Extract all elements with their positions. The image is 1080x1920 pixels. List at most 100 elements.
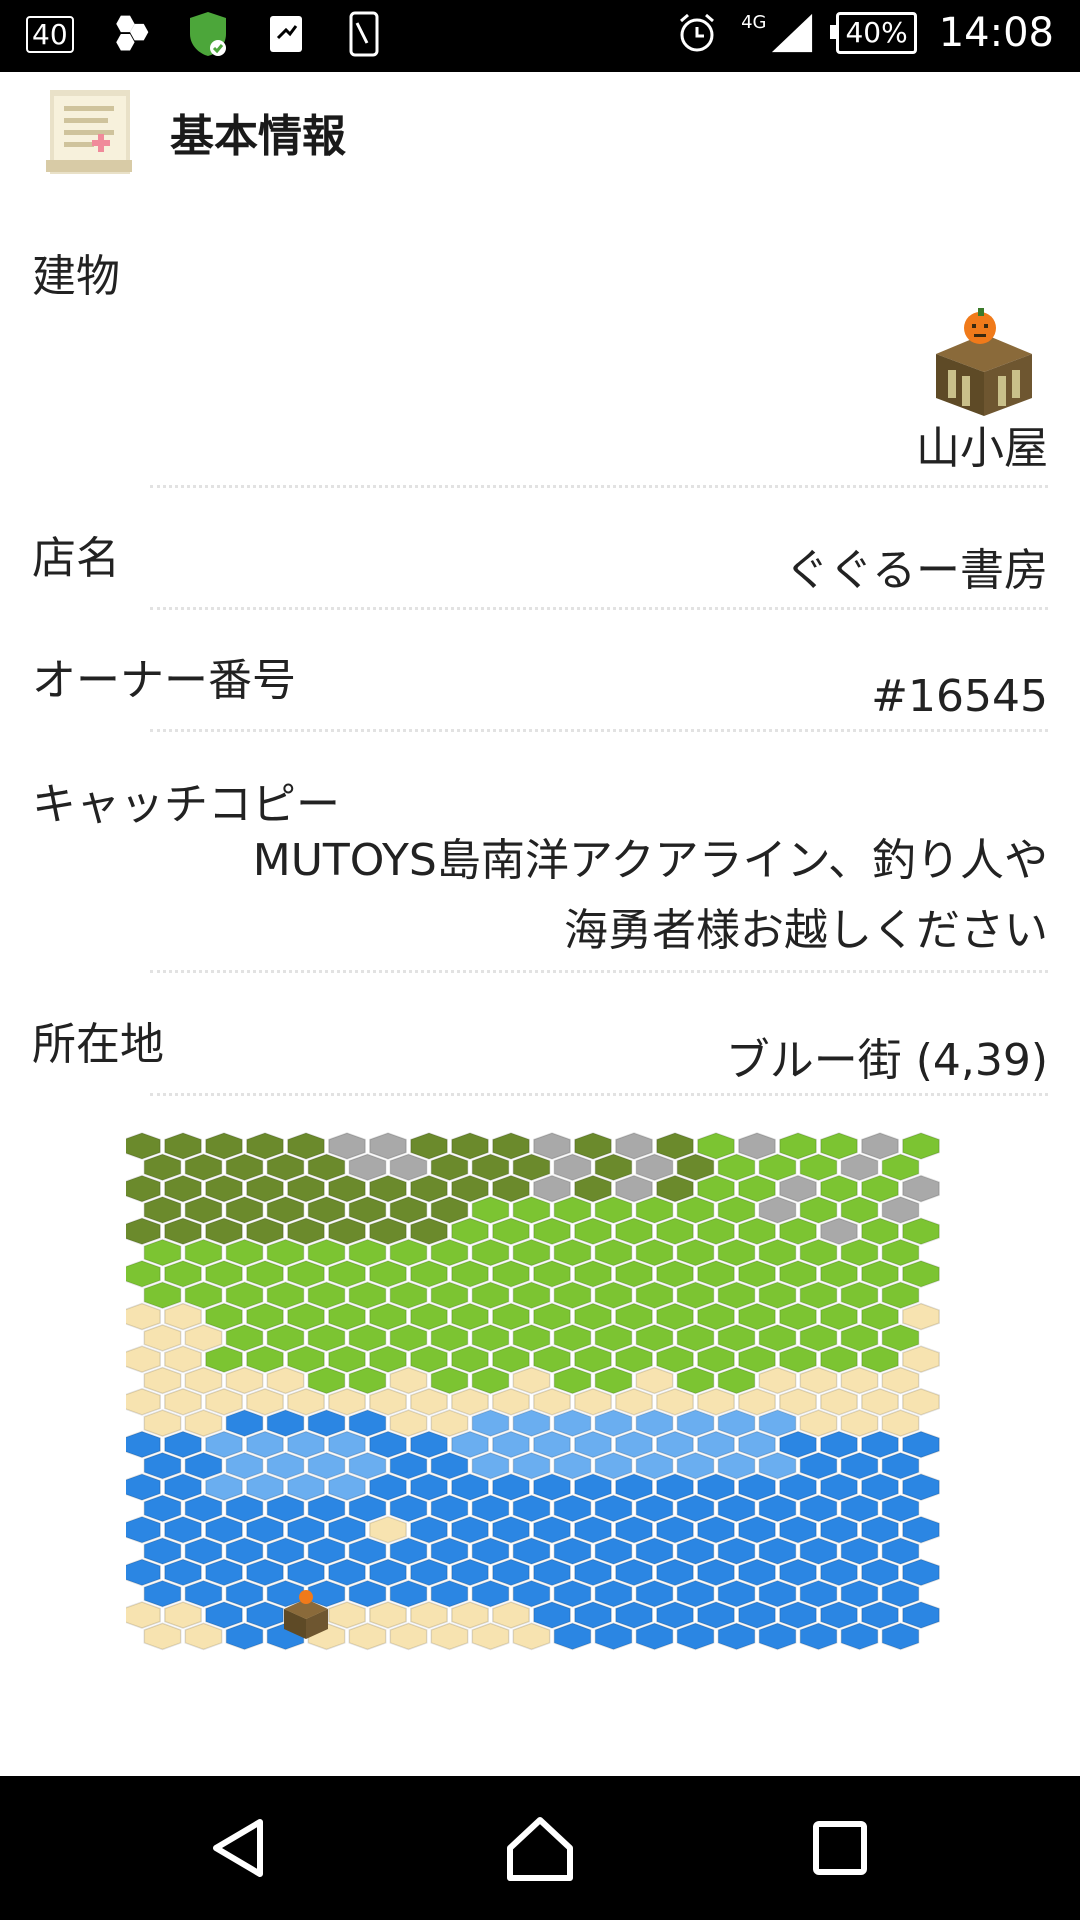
hex-tile-water[interactable] [902, 1601, 940, 1629]
hex-tile-water[interactable] [430, 1494, 469, 1523]
hex-tile-sand[interactable] [574, 1388, 612, 1416]
hex-tile-forest[interactable] [205, 1132, 243, 1160]
hex-tile-grass[interactable] [717, 1366, 756, 1395]
hex-tile-forest[interactable] [492, 1132, 530, 1160]
hex-tile-shallow[interactable] [533, 1430, 571, 1459]
hex-tile-water[interactable] [492, 1515, 530, 1544]
hex-tile-grass[interactable] [697, 1132, 735, 1160]
hex-tile-forest[interactable] [492, 1174, 530, 1203]
hex-tile-sand[interactable] [430, 1409, 469, 1437]
hex-tile-forest[interactable] [328, 1174, 366, 1203]
hex-tile-water[interactable] [635, 1537, 674, 1565]
hex-tile-water[interactable] [205, 1558, 243, 1587]
hex-tile-water[interactable] [389, 1452, 428, 1480]
hex-tile-shallow[interactable] [451, 1430, 489, 1459]
back-icon[interactable] [204, 1812, 276, 1884]
hex-tile-water[interactable] [164, 1558, 202, 1587]
hex-tile-grass[interactable] [697, 1345, 735, 1373]
hex-tile-water[interactable] [676, 1579, 715, 1608]
hex-tile-grass[interactable] [635, 1238, 674, 1267]
hex-tile-grass[interactable] [881, 1238, 920, 1267]
hex-tile-shallow[interactable] [205, 1473, 243, 1501]
hex-tile-sand[interactable] [143, 1622, 182, 1651]
hex-tile-grass[interactable] [594, 1324, 633, 1352]
hex-tile-sand[interactable] [287, 1388, 325, 1416]
hex-tile-grass[interactable] [512, 1324, 551, 1352]
hex-tile-sand[interactable] [184, 1324, 223, 1352]
hex-tile-sand[interactable] [164, 1345, 202, 1373]
hex-tile-water[interactable] [123, 1558, 161, 1587]
hex-tile-rock[interactable] [840, 1153, 879, 1182]
hex-tile-shallow[interactable] [328, 1473, 366, 1501]
hex-tile-grass[interactable] [553, 1238, 592, 1267]
hex-tile-sand[interactable] [369, 1388, 407, 1416]
hex-tile-forest[interactable] [369, 1217, 407, 1246]
hex-tile-grass[interactable] [348, 1324, 387, 1352]
hex-tile-sand[interactable] [184, 1366, 223, 1395]
hex-tile-grass[interactable] [328, 1345, 366, 1373]
hex-tile-grass[interactable] [676, 1366, 715, 1395]
hex-tile-rock[interactable] [533, 1132, 571, 1160]
hex-tile-water[interactable] [902, 1430, 940, 1459]
hex-tile-water[interactable] [369, 1558, 407, 1587]
hex-tile-shallow[interactable] [246, 1430, 284, 1459]
hex-tile-grass[interactable] [512, 1281, 551, 1310]
hex-tile-water[interactable] [697, 1558, 735, 1587]
hex-tile-forest[interactable] [287, 1132, 325, 1160]
hex-tile-rock[interactable] [615, 1132, 653, 1160]
hex-tile-shallow[interactable] [553, 1409, 592, 1437]
hex-tile-forest[interactable] [287, 1217, 325, 1246]
hex-tile-water[interactable] [451, 1473, 489, 1501]
hex-tile-forest[interactable] [410, 1217, 448, 1246]
hex-tile-water[interactable] [389, 1537, 428, 1565]
hex-tile-grass[interactable] [307, 1238, 346, 1267]
hex-tile-forest[interactable] [123, 1217, 161, 1246]
hex-tile-forest[interactable] [676, 1153, 715, 1182]
hex-tile-water[interactable] [840, 1494, 879, 1523]
hex-tile-water[interactable] [266, 1494, 305, 1523]
hex-tile-water[interactable] [266, 1409, 305, 1437]
hex-tile-sand[interactable] [902, 1345, 940, 1373]
hex-tile-water[interactable] [615, 1473, 653, 1501]
hex-tile-grass[interactable] [410, 1302, 448, 1331]
hex-tile-sand[interactable] [184, 1622, 223, 1651]
hex-tile-grass[interactable] [287, 1260, 325, 1288]
hex-tile-grass[interactable] [471, 1281, 510, 1310]
hex-tile-grass[interactable] [492, 1217, 530, 1246]
hex-tile-grass[interactable] [738, 1217, 776, 1246]
hex-tile-water[interactable] [738, 1601, 776, 1629]
hex-tile-grass[interactable] [594, 1238, 633, 1267]
hex-tile-water[interactable] [615, 1558, 653, 1587]
hex-tile-water[interactable] [861, 1558, 899, 1587]
hex-tile-forest[interactable] [410, 1132, 448, 1160]
hex-tile-grass[interactable] [574, 1345, 612, 1373]
hex-tile-grass[interactable] [738, 1345, 776, 1373]
hex-tile-water[interactable] [840, 1452, 879, 1480]
hex-tile-water[interactable] [615, 1515, 653, 1544]
hex-tile-sand[interactable] [635, 1366, 674, 1395]
hex-tile-grass[interactable] [348, 1281, 387, 1310]
hex-tile-water[interactable] [656, 1601, 694, 1629]
hex-tile-shallow[interactable] [225, 1452, 264, 1480]
hex-tile-sand[interactable] [881, 1409, 920, 1437]
hex-tile-sand[interactable] [799, 1366, 838, 1395]
hex-tile-water[interactable] [451, 1558, 489, 1587]
hex-tile-sand[interactable] [512, 1622, 551, 1651]
hex-tile-sand[interactable] [840, 1366, 879, 1395]
hex-tile-rock[interactable] [820, 1217, 858, 1246]
hex-tile-shallow[interactable] [328, 1430, 366, 1459]
hex-tile-water[interactable] [512, 1494, 551, 1523]
hex-tile-grass[interactable] [471, 1324, 510, 1352]
hex-tile-grass[interactable] [717, 1153, 756, 1182]
hex-tile-grass[interactable] [287, 1302, 325, 1331]
hex-tile-sand[interactable] [328, 1601, 366, 1629]
hex-tile-water[interactable] [512, 1579, 551, 1608]
hex-tile-sand[interactable] [369, 1601, 407, 1629]
hex-tile-grass[interactable] [697, 1174, 735, 1203]
hex-tile-water[interactable] [799, 1622, 838, 1651]
hex-tile-water[interactable] [533, 1473, 571, 1501]
hex-tile-sand[interactable] [758, 1366, 797, 1395]
hex-tile-water[interactable] [246, 1558, 284, 1587]
hex-tile-sand[interactable] [410, 1601, 448, 1629]
hex-tile-water[interactable] [328, 1515, 366, 1544]
